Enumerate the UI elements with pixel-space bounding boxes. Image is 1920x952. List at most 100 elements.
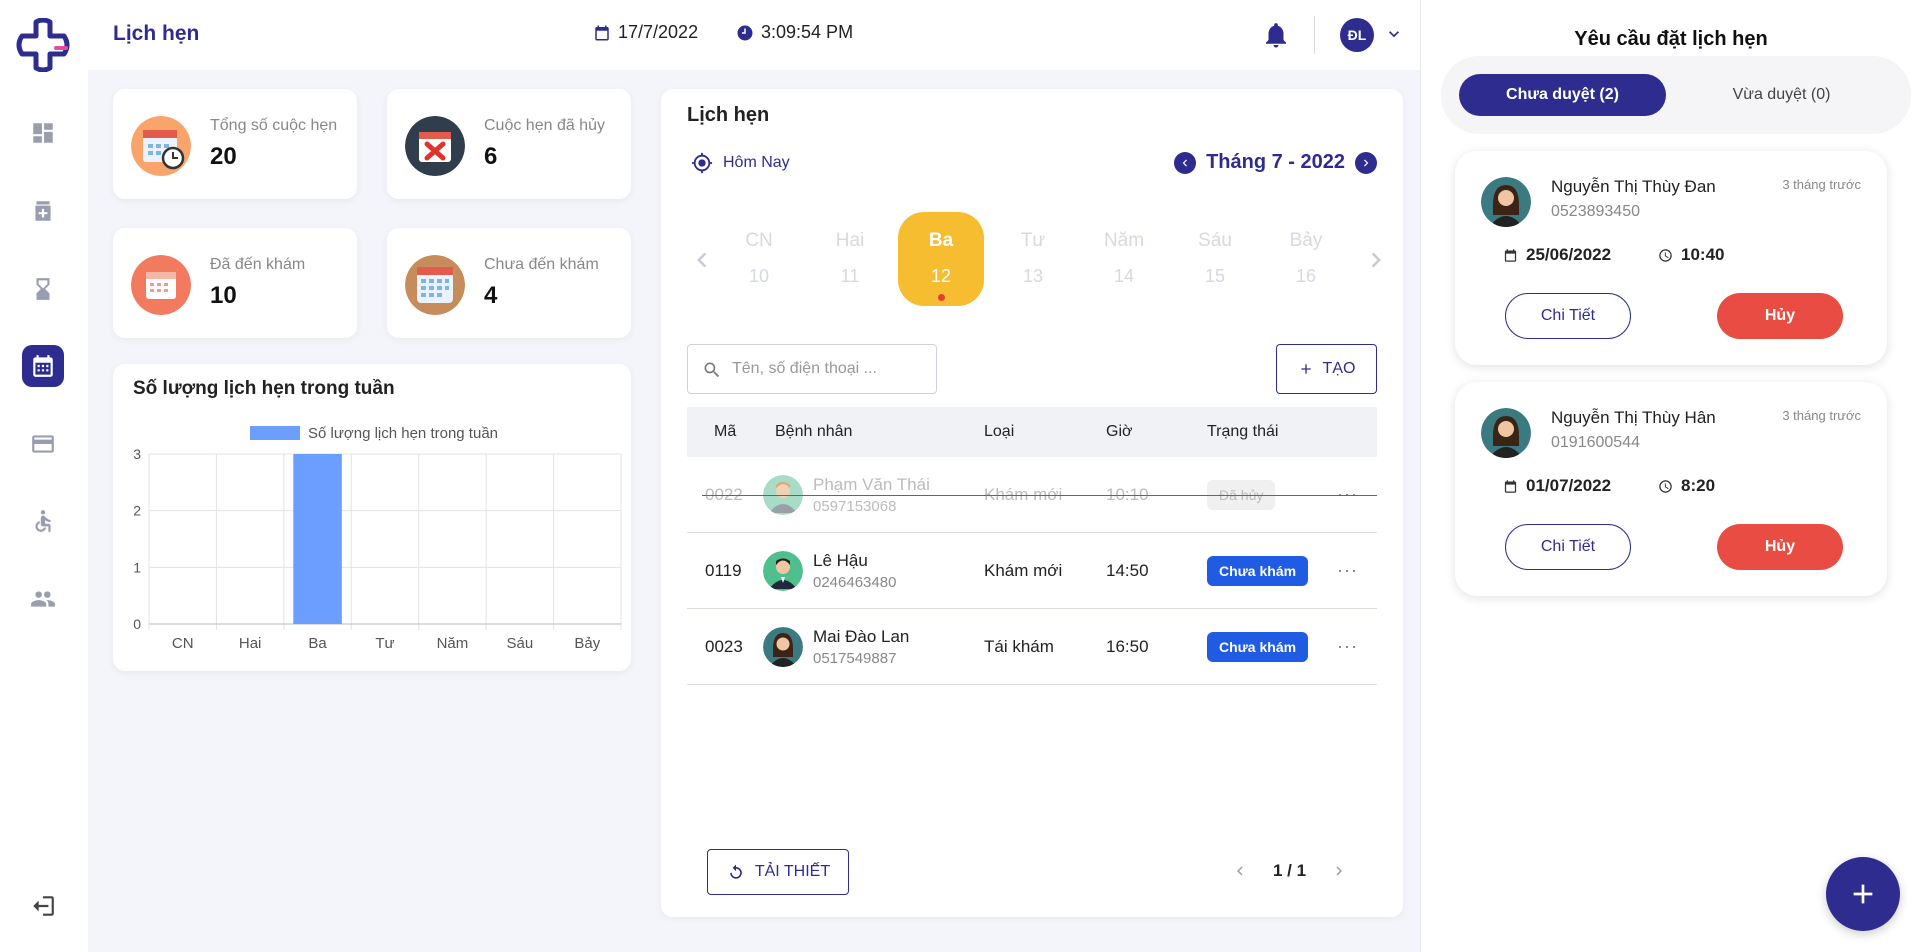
logo-icon[interactable]	[16, 18, 70, 72]
day-number: 15	[1204, 266, 1226, 286]
day-name: Ba	[928, 230, 954, 251]
plus-icon	[1300, 364, 1311, 374]
sidebar-item-dashboard[interactable]	[22, 112, 64, 154]
time-text: 3:09:54 PM	[761, 22, 854, 42]
logout-button[interactable]	[22, 885, 64, 927]
date-text: 01/07/2022	[1526, 476, 1612, 495]
cancel-button[interactable]: Hủy	[1717, 524, 1843, 570]
prev-week-icon[interactable]	[687, 242, 717, 278]
request-time-ago: 3 tháng trước	[1782, 177, 1861, 192]
calendar-icon	[595, 25, 609, 40]
day-name: Tư	[1020, 230, 1046, 251]
requester-phone: 0191600544	[1551, 434, 1640, 451]
avatar	[763, 626, 803, 667]
table-row[interactable]: 0023 Mai Đào Lan 0517549887 Tái khám 16:…	[687, 609, 1377, 685]
calendar-icon	[33, 355, 53, 377]
strikethrough-line	[702, 495, 1377, 496]
sidebar	[0, 0, 88, 952]
stat-card-total: Tổng số cuộc hẹn 20	[113, 89, 357, 199]
avatar	[763, 550, 803, 591]
sidebar-item-hourglass[interactable]	[22, 268, 64, 310]
sidebar-item-staff[interactable]	[22, 578, 64, 620]
x-tick-label: Năm	[437, 635, 469, 652]
header-hour: Giờ	[1106, 423, 1133, 440]
patient-name: Lê Hậu	[813, 550, 868, 570]
add-fab-button[interactable]	[1826, 857, 1900, 931]
tab-pending[interactable]: Chưa duyệt (2)	[1459, 74, 1666, 116]
day-number: 11	[840, 266, 860, 286]
bell-icon[interactable]	[1261, 20, 1291, 50]
row-code: 0119	[705, 560, 742, 580]
calendar-pending-icon	[405, 255, 465, 315]
page-indicator: 1 / 1	[1273, 861, 1307, 880]
bar	[293, 454, 342, 624]
stat-card-visited: Đã đến khám 10	[113, 228, 357, 338]
day-ba[interactable]: Ba 12	[898, 212, 984, 306]
legend-label: Số lượng lịch hẹn trong tuần	[308, 425, 498, 442]
tab-approved[interactable]: Vừa duyệt (0)	[1678, 74, 1885, 116]
user-avatar[interactable]: ĐL	[1340, 18, 1374, 52]
calendar-check-icon	[131, 255, 191, 315]
prev-page-icon[interactable]	[1231, 862, 1249, 880]
stat-value: 20	[210, 143, 237, 170]
more-options-icon[interactable]: ···	[1337, 636, 1358, 657]
request-card: Nguyễn Thị Thùy Đan 0523893450 3 tháng t…	[1455, 151, 1887, 365]
day-bay[interactable]: Bảy 16	[1263, 212, 1349, 306]
table-row[interactable]: 0022 Phạm Văn Thái 0597153068 Khám mới 1…	[687, 457, 1377, 533]
avatar	[1481, 177, 1531, 227]
month-navigator: Tháng 7 - 2022	[1174, 151, 1377, 174]
header-status: Trạng thái	[1207, 423, 1279, 440]
day-nam[interactable]: Năm 14	[1081, 212, 1167, 306]
create-appointment-button[interactable]: TẠO	[1276, 344, 1377, 394]
stat-card-not-visited: Chưa đến khám 4	[387, 228, 631, 338]
time-text: 8:20	[1681, 476, 1716, 495]
request-time: 8:20	[1658, 476, 1715, 496]
avatar	[1481, 408, 1531, 458]
today-button[interactable]: Hôm Nay	[691, 152, 790, 174]
detail-button[interactable]: Chi Tiết	[1505, 293, 1631, 339]
day-hai[interactable]: Hai 11	[807, 212, 893, 306]
next-week-icon[interactable]	[1361, 242, 1391, 278]
date-text: 25/06/2022	[1526, 245, 1612, 264]
plus-icon	[1853, 884, 1873, 904]
requests-title: Yêu cầu đặt lịch hẹn	[1574, 28, 1768, 50]
day-cn[interactable]: CN 10	[716, 212, 802, 306]
day-name: Sáu	[1198, 230, 1232, 251]
sidebar-item-payment[interactable]	[22, 423, 64, 465]
x-tick-label: Hai	[239, 635, 262, 652]
search-box	[687, 344, 937, 394]
clock-icon	[737, 25, 753, 40]
more-options-icon[interactable]: ···	[1337, 560, 1358, 581]
day-sau[interactable]: Sáu 15	[1172, 212, 1258, 306]
clock-icon	[1659, 479, 1672, 493]
sidebar-item-patients[interactable]	[22, 500, 64, 542]
request-time-ago: 3 tháng trước	[1782, 408, 1861, 423]
next-page-icon[interactable]	[1330, 862, 1348, 880]
table-row[interactable]: 0119 Lê Hậu 0246463480 Khám mới 14:50 Ch…	[687, 533, 1377, 609]
current-date: 17/7/2022	[593, 22, 698, 43]
main-area: Lịch hẹn 17/7/2022 3:09:54 PM ĐL Tổng số…	[88, 0, 1420, 952]
day-number: 12	[930, 266, 952, 286]
row-type: Tái khám	[984, 636, 1054, 656]
sidebar-item-medicine[interactable]	[22, 190, 64, 232]
prev-month-button[interactable]	[1174, 151, 1197, 174]
chevron-down-icon[interactable]	[1384, 24, 1404, 44]
appointments-title: Lịch hẹn	[687, 104, 770, 126]
next-month-button[interactable]	[1355, 151, 1377, 174]
cancel-button[interactable]: Hủy	[1717, 293, 1843, 339]
day-tu[interactable]: Tư 13	[990, 212, 1076, 306]
stat-value: 6	[484, 143, 498, 170]
search-input[interactable]	[732, 345, 932, 393]
detail-button[interactable]: Chi Tiết	[1505, 524, 1631, 570]
time-text: 10:40	[1681, 245, 1725, 264]
sidebar-item-appointments[interactable]	[22, 345, 64, 387]
day-number: 16	[1295, 266, 1317, 286]
month-label: Tháng 7 - 2022	[1206, 151, 1345, 173]
logout-icon	[33, 896, 54, 916]
calendar-clock-icon	[131, 116, 191, 176]
reset-button[interactable]: TẢI THIẾT	[707, 849, 849, 895]
pagination: 1 / 1	[1231, 861, 1348, 881]
gps-target-icon	[691, 152, 713, 174]
row-type: Khám mới	[984, 560, 1063, 580]
day-name: Hai	[835, 230, 865, 251]
